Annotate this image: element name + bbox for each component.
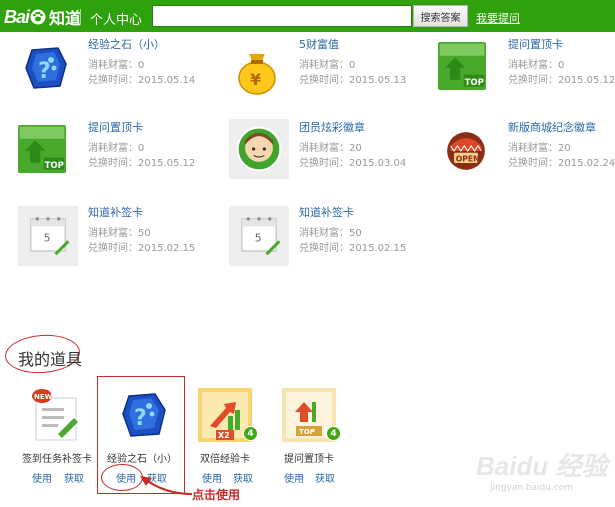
svg-text:NEW: NEW xyxy=(34,393,53,401)
exchange-item-time: 兑换时间：2015.05.12 xyxy=(508,75,615,86)
watermark-sub: jingyan.baidu.com xyxy=(490,483,574,493)
pointer-arrow-icon xyxy=(140,476,193,495)
svg-text:TOP: TOP xyxy=(45,161,64,171)
exchange-item-title[interactable]: 知道补签卡 xyxy=(88,204,143,220)
new-checkin-card-icon: NEW xyxy=(32,389,78,441)
tool-count-badge: 4 xyxy=(243,426,258,441)
logo-text: Bai xyxy=(4,6,30,27)
baidu-zhidao-logo[interactable]: Bai 知道 xyxy=(4,6,82,29)
exchange-item-time: 兑换时间：2015.02.24 xyxy=(508,158,615,169)
exchange-item-cost: 消耗财富：20 xyxy=(508,143,571,154)
exchange-item-time: 兑换时间：2015.05.12 xyxy=(88,158,196,169)
tool-use-link[interactable]: 使用 xyxy=(32,470,52,485)
baidu-jingyan-watermark: Baidu 经验 jingyan.baidu.com xyxy=(476,446,607,493)
logo-product: 知道 xyxy=(49,9,82,28)
open-badge-icon: OPEN xyxy=(442,127,490,175)
exchange-item-cost: 消耗财富：0 xyxy=(88,60,145,71)
blue-stone-icon: ? xyxy=(18,40,74,96)
top-card-icon: TOP xyxy=(438,42,486,90)
personal-center-link[interactable]: 个人中心 xyxy=(90,9,142,28)
exchange-item-title[interactable]: 新版商城纪念徽章 xyxy=(508,119,596,135)
paw-icon xyxy=(30,9,46,25)
search-button[interactable]: 搜索答案 xyxy=(413,5,468,27)
svg-text:5: 5 xyxy=(255,231,262,244)
exchange-item-cost: 消耗财富：0 xyxy=(508,60,565,71)
tool-name: 签到任务补签卡 xyxy=(22,454,92,465)
svg-text:X2: X2 xyxy=(218,431,230,440)
calendar-card-icon: 5 xyxy=(229,206,289,266)
avatar-badge-icon xyxy=(229,119,289,179)
svg-text:OPEN: OPEN xyxy=(456,154,480,163)
tool-use-link[interactable]: 使用 xyxy=(284,470,304,485)
svg-text:?: ? xyxy=(38,59,51,84)
exchange-item-title[interactable]: 团员炫彩徽章 xyxy=(299,119,365,135)
tool-count-badge: 4 xyxy=(326,426,341,441)
exchange-item-title[interactable]: 经验之石（小） xyxy=(88,36,165,52)
tool-name: 提问置顶卡 xyxy=(284,454,334,465)
exchange-item-cost: 消耗财富：0 xyxy=(88,143,145,154)
exchange-item-time: 兑换时间：2015.05.13 xyxy=(299,75,407,86)
exchange-item-cost: 消耗财富：20 xyxy=(299,143,362,154)
exchange-item-cost: 消耗财富：0 xyxy=(299,60,356,71)
top-card-icon: TOP xyxy=(18,125,66,173)
tool-use-link[interactable]: 使用 xyxy=(202,470,222,485)
exchange-item-time: 兑换时间：2015.02.15 xyxy=(88,243,196,254)
exchange-item-title[interactable]: 提问置顶卡 xyxy=(88,119,143,135)
click-use-annotation: 点击使用 xyxy=(192,488,241,502)
ask-question-link[interactable]: 我要提问 xyxy=(476,10,520,26)
my-tools-title: 我的道具 xyxy=(18,350,83,369)
calendar-card-icon: 5 xyxy=(18,206,78,266)
svg-text:5: 5 xyxy=(44,231,51,244)
tool-name: 双倍经验卡 xyxy=(200,454,250,465)
exchange-item-title[interactable]: 5财富值 xyxy=(299,36,339,52)
exchange-item-title[interactable]: 提问置顶卡 xyxy=(508,36,563,52)
search-input[interactable] xyxy=(152,5,412,27)
header-divider xyxy=(80,9,81,24)
exchange-item-time: 兑换时间：2015.03.04 xyxy=(299,158,407,169)
exchange-item-time: 兑换时间：2015.02.15 xyxy=(299,243,407,254)
top-navigation-bar: Bai 知道 个人中心 搜索答案 我要提问 xyxy=(0,0,615,32)
exchange-item-title[interactable]: 知道补签卡 xyxy=(299,204,354,220)
tool-get-link[interactable]: 获取 xyxy=(64,470,84,485)
svg-text:TOP: TOP xyxy=(299,428,315,436)
exchange-item-cost: 消耗财富：50 xyxy=(299,228,362,239)
tool-get-link[interactable]: 获取 xyxy=(233,470,253,485)
money-bag-icon: ¥ xyxy=(229,42,285,98)
svg-text:TOP: TOP xyxy=(465,78,484,88)
exchange-item-cost: 消耗财富：50 xyxy=(88,228,151,239)
svg-text:¥: ¥ xyxy=(250,70,261,89)
tool-get-link[interactable]: 获取 xyxy=(315,470,335,485)
exchange-item-time: 兑换时间：2015.05.14 xyxy=(88,75,196,86)
watermark-main: Baidu 经验 xyxy=(476,451,608,481)
